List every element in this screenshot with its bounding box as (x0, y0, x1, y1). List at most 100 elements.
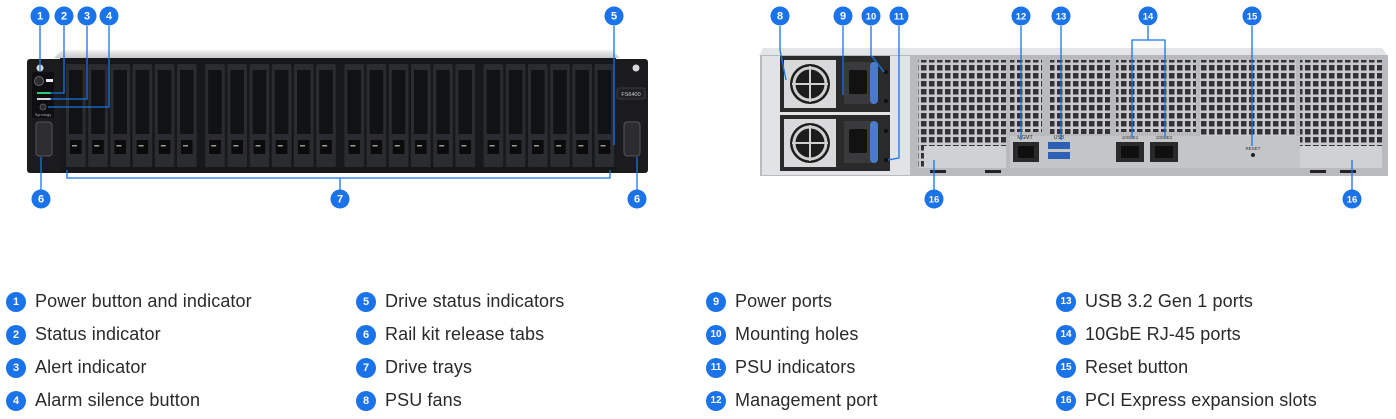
drive-tray[interactable] (271, 64, 292, 167)
legend-item: 11 PSU indicators (706, 351, 878, 384)
drive-tray[interactable] (316, 64, 336, 167)
drive-tray[interactable] (154, 64, 175, 167)
callout-badge: 7 (330, 189, 350, 209)
legend-label: Management port (735, 390, 878, 410)
psu-2 (780, 115, 890, 171)
legend-number-badge: 2 (6, 324, 26, 345)
pci-slot-right (1300, 146, 1382, 168)
power-port-2[interactable] (849, 129, 867, 153)
drive-tray[interactable] (433, 64, 453, 167)
power-button[interactable] (34, 76, 44, 86)
legend-item: 7 Drive trays (356, 351, 564, 384)
callout-badge: 13 (1051, 6, 1071, 26)
legend-number-badge: 14 (1056, 324, 1076, 345)
psu-led (884, 158, 888, 162)
legend-number-badge: 9 (706, 291, 726, 312)
legend-column-3: 9 Power ports 10 Mounting holes 11 PSU indica… (706, 285, 878, 417)
lan1-label: 10GbE1 (1122, 135, 1139, 140)
drive-tray[interactable] (483, 64, 504, 167)
svg-text:11: 11 (894, 12, 905, 23)
callout-badge: 1 (30, 6, 50, 26)
legend-item: 6 Rail kit release tabs (356, 318, 564, 351)
legend-label: Alert indicator (35, 357, 147, 377)
drive-tray[interactable] (388, 64, 409, 167)
drive-tray[interactable] (227, 64, 247, 167)
legend-label: PSU indicators (735, 357, 856, 377)
drive-tray[interactable] (177, 64, 197, 167)
svg-text:10: 10 (866, 12, 877, 23)
drive-tray[interactable] (572, 64, 592, 167)
legend-item: 10 Mounting holes (706, 318, 878, 351)
legend-number-badge: 8 (356, 390, 376, 411)
svg-text:3: 3 (84, 11, 90, 23)
psu-1 (780, 56, 890, 112)
drive-tray[interactable] (411, 64, 431, 167)
legend-number-badge: 11 (706, 357, 726, 378)
callout-badge: 2 (54, 6, 74, 26)
svg-text:14: 14 (1143, 12, 1154, 23)
legend-number-badge: 13 (1056, 291, 1076, 312)
drive-tray[interactable] (528, 64, 548, 167)
drive-tray[interactable] (505, 64, 526, 167)
right-ear-hole (632, 64, 640, 72)
psu-handle-2[interactable] (870, 121, 878, 163)
callout-badge: 6 (31, 189, 51, 209)
drive-tray[interactable] (132, 64, 153, 167)
legend-label: Mounting holes (735, 324, 859, 344)
management-port[interactable] (1013, 142, 1039, 162)
legend-label: USB 3.2 Gen 1 ports (1085, 291, 1253, 311)
power-led (46, 79, 53, 82)
svg-text:5: 5 (611, 11, 617, 23)
legend-number-badge: 1 (6, 291, 26, 312)
callout-badge: 12 (1011, 6, 1031, 26)
legend-item: 4 Alarm silence button (6, 384, 252, 417)
usb-label: USB (1054, 135, 1065, 141)
callout-badge: 16 (1342, 189, 1362, 209)
svg-text:7: 7 (337, 194, 343, 206)
rear-panel: MGMT USB 10GbE1 10GbE2 RESET (759, 48, 1388, 176)
lan-port-2[interactable] (1150, 142, 1178, 162)
drive-tray[interactable] (294, 64, 314, 167)
legend-item: 15 Reset button (1056, 351, 1317, 384)
pci-slot-left (924, 146, 1006, 168)
mounting-hole-1 (884, 70, 888, 74)
legend-item: 5 Drive status indicators (356, 285, 564, 318)
callout-badge: 8 (770, 6, 790, 26)
left-release-tab[interactable] (35, 121, 53, 157)
legend-label: Reset button (1085, 357, 1189, 377)
svg-text:2: 2 (61, 11, 67, 23)
reset-label: RESET (1245, 146, 1260, 151)
power-port-1[interactable] (849, 70, 867, 94)
alarm-silence-button[interactable] (39, 103, 47, 111)
callout-badge: 5 (604, 6, 624, 26)
legend-label: PCI Express expansion slots (1085, 390, 1317, 410)
svg-text:16: 16 (929, 195, 940, 206)
drive-tray[interactable] (249, 64, 270, 167)
svg-text:4: 4 (106, 11, 113, 23)
legend-number-badge: 3 (6, 357, 26, 378)
legend-item: 16 PCI Express expansion slots (1056, 384, 1317, 417)
drive-tray[interactable] (366, 64, 387, 167)
drive-tray[interactable] (344, 64, 364, 167)
drive-tray[interactable] (66, 64, 86, 167)
legend-column-1: 1 Power button and indicator 2 Status indic… (6, 285, 252, 417)
psu-handle-1[interactable] (870, 62, 878, 104)
legend-item: 13 USB 3.2 Gen 1 ports (1056, 285, 1317, 318)
legend-item: 3 Alert indicator (6, 351, 252, 384)
alert-led (37, 98, 51, 100)
drive-tray[interactable] (88, 64, 108, 167)
mgmt-label: MGMT (1017, 135, 1032, 141)
right-release-tab[interactable] (623, 121, 641, 157)
drive-tray[interactable] (205, 64, 225, 167)
legend-label: 10GbE RJ-45 ports (1085, 324, 1241, 344)
drive-tray[interactable] (594, 64, 615, 167)
reset-button[interactable] (1251, 153, 1255, 157)
lan-port-1[interactable] (1116, 142, 1144, 162)
legend-item: 9 Power ports (706, 285, 878, 318)
legend-label: Drive status indicators (385, 291, 565, 311)
drive-tray[interactable] (110, 64, 130, 167)
drive-tray[interactable] (550, 64, 570, 167)
legend-label: Alarm silence button (35, 390, 201, 410)
callout-badge: 16 (924, 189, 944, 209)
drive-tray[interactable] (455, 64, 475, 167)
